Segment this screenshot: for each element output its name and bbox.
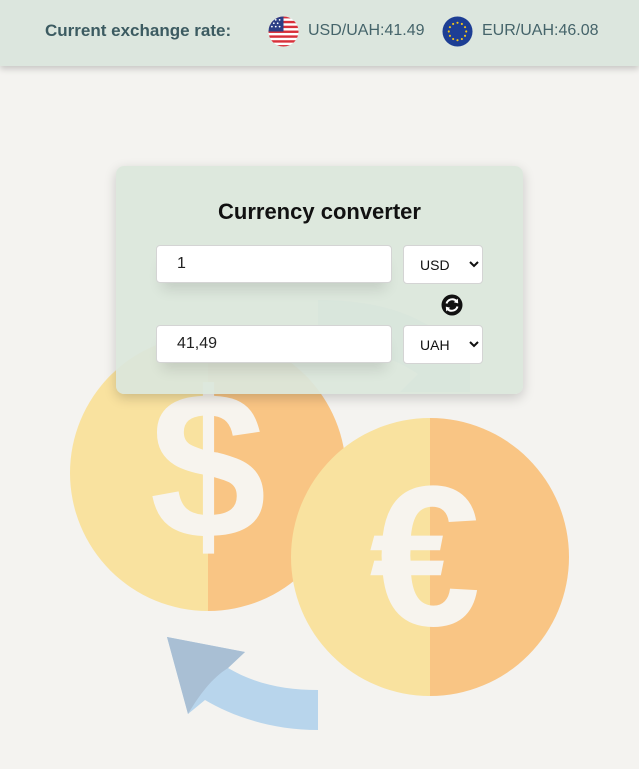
eur-rate-label: EUR/UAH:46.08 xyxy=(482,22,599,39)
exchange-rate-title: Current exchange rate: xyxy=(45,21,232,40)
converter-title: Currency converter xyxy=(218,199,421,224)
usd-rate-label: USD/UAH:41.49 xyxy=(308,22,425,39)
exchange-rate-bar: Current exchange rate: USD/UAH:41.49 EUR… xyxy=(0,0,639,66)
swap-arrows-icon[interactable] xyxy=(441,294,463,316)
currency-converter-card: Currency converter USD UAH xyxy=(116,166,523,394)
euro-coin-icon: € xyxy=(291,418,569,696)
usa-flag-icon xyxy=(268,15,299,47)
to-currency-select[interactable]: UAH xyxy=(403,325,483,364)
svg-text:€: € xyxy=(369,445,480,668)
arrow-bottom-icon xyxy=(167,637,318,730)
to-amount-input[interactable] xyxy=(156,325,392,363)
eur-rate: EUR/UAH:46.08 xyxy=(442,15,599,47)
eu-flag-icon xyxy=(442,15,473,47)
usd-rate: USD/UAH:41.49 xyxy=(268,15,425,47)
from-currency-select[interactable]: USD xyxy=(403,245,483,284)
from-amount-input[interactable] xyxy=(156,245,392,283)
